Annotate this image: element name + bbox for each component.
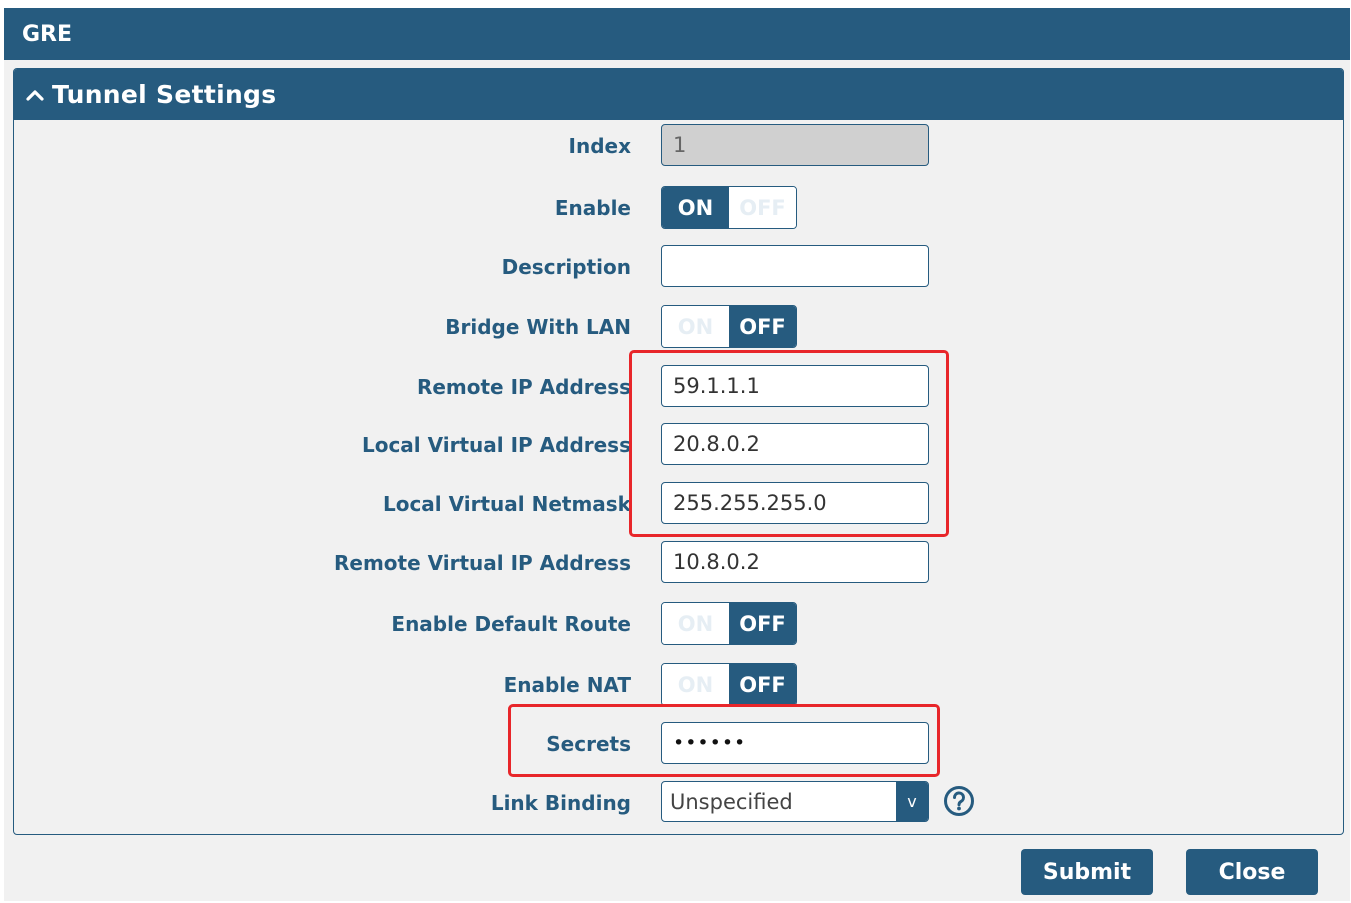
row-description: Description bbox=[14, 245, 1343, 289]
enable-nat-label: Enable NAT bbox=[503, 673, 631, 697]
link-binding-label: Link Binding bbox=[490, 791, 631, 815]
enable-nat-off[interactable]: OFF bbox=[729, 664, 796, 705]
row-local-virtual-ip: Local Virtual IP Address 20.8.0.2 bbox=[14, 423, 1343, 467]
link-binding-value: Unspecified bbox=[670, 789, 793, 814]
bridge-with-lan-toggle[interactable]: ON OFF bbox=[661, 305, 797, 348]
dialog: GRE Tunnel Settings Index 1 Enable ON OF… bbox=[4, 8, 1350, 901]
enable-on[interactable]: ON bbox=[662, 187, 729, 228]
row-link-binding: Link Binding Unspecified v bbox=[14, 781, 1343, 825]
row-remote-virtual-ip: Remote Virtual IP Address 10.8.0.2 bbox=[14, 541, 1343, 585]
tunnel-settings-panel: Tunnel Settings Index 1 Enable ON OFF De… bbox=[13, 68, 1344, 835]
local-virtual-ip-label: Local Virtual IP Address bbox=[361, 433, 631, 457]
link-binding-select[interactable]: Unspecified v bbox=[661, 781, 929, 822]
enable-default-route-on[interactable]: ON bbox=[662, 603, 729, 644]
dropdown-arrow-icon[interactable]: v bbox=[896, 782, 928, 821]
remote-virtual-ip-input[interactable]: 10.8.0.2 bbox=[661, 541, 929, 583]
help-icon[interactable] bbox=[943, 785, 975, 817]
secrets-input[interactable]: •••••• bbox=[661, 722, 929, 764]
index-field: 1 bbox=[661, 124, 929, 166]
enable-nat-on[interactable]: ON bbox=[662, 664, 729, 705]
bridge-with-lan-off[interactable]: OFF bbox=[729, 306, 796, 347]
row-remote-ip: Remote IP Address 59.1.1.1 bbox=[14, 365, 1343, 409]
local-virtual-netmask-input[interactable]: 255.255.255.0 bbox=[661, 482, 929, 524]
row-bridge-with-lan: Bridge With LAN ON OFF bbox=[14, 305, 1343, 349]
section-header[interactable]: Tunnel Settings bbox=[14, 69, 1343, 120]
window-title-text: GRE bbox=[22, 21, 73, 47]
enable-nat-toggle[interactable]: ON OFF bbox=[661, 663, 797, 706]
enable-default-route-off[interactable]: OFF bbox=[729, 603, 796, 644]
row-enable: Enable ON OFF bbox=[14, 186, 1343, 230]
enable-default-route-label: Enable Default Route bbox=[391, 612, 631, 636]
remote-ip-label: Remote IP Address bbox=[416, 375, 631, 399]
bridge-with-lan-label: Bridge With LAN bbox=[445, 315, 631, 339]
row-local-virtual-netmask: Local Virtual Netmask 255.255.255.0 bbox=[14, 482, 1343, 526]
description-input[interactable] bbox=[661, 245, 929, 287]
local-virtual-ip-input[interactable]: 20.8.0.2 bbox=[661, 423, 929, 465]
enable-toggle[interactable]: ON OFF bbox=[661, 186, 797, 229]
row-index: Index 1 bbox=[14, 124, 1343, 168]
enable-label: Enable bbox=[554, 196, 631, 220]
remote-ip-input[interactable]: 59.1.1.1 bbox=[661, 365, 929, 407]
chevron-up-icon bbox=[26, 89, 44, 101]
close-button[interactable]: Close bbox=[1186, 849, 1318, 895]
row-secrets: Secrets •••••• bbox=[14, 722, 1343, 766]
row-enable-nat: Enable NAT ON OFF bbox=[14, 663, 1343, 707]
secrets-label: Secrets bbox=[546, 732, 631, 756]
window-title: GRE bbox=[4, 8, 1350, 60]
enable-default-route-toggle[interactable]: ON OFF bbox=[661, 602, 797, 645]
bridge-with-lan-on[interactable]: ON bbox=[662, 306, 729, 347]
index-label: Index bbox=[568, 134, 631, 158]
local-virtual-netmask-label: Local Virtual Netmask bbox=[382, 492, 631, 516]
description-label: Description bbox=[501, 255, 631, 279]
remote-virtual-ip-label: Remote Virtual IP Address bbox=[333, 551, 631, 575]
enable-off[interactable]: OFF bbox=[729, 187, 796, 228]
submit-button[interactable]: Submit bbox=[1021, 849, 1153, 895]
row-enable-default-route: Enable Default Route ON OFF bbox=[14, 602, 1343, 646]
section-title: Tunnel Settings bbox=[52, 80, 277, 109]
